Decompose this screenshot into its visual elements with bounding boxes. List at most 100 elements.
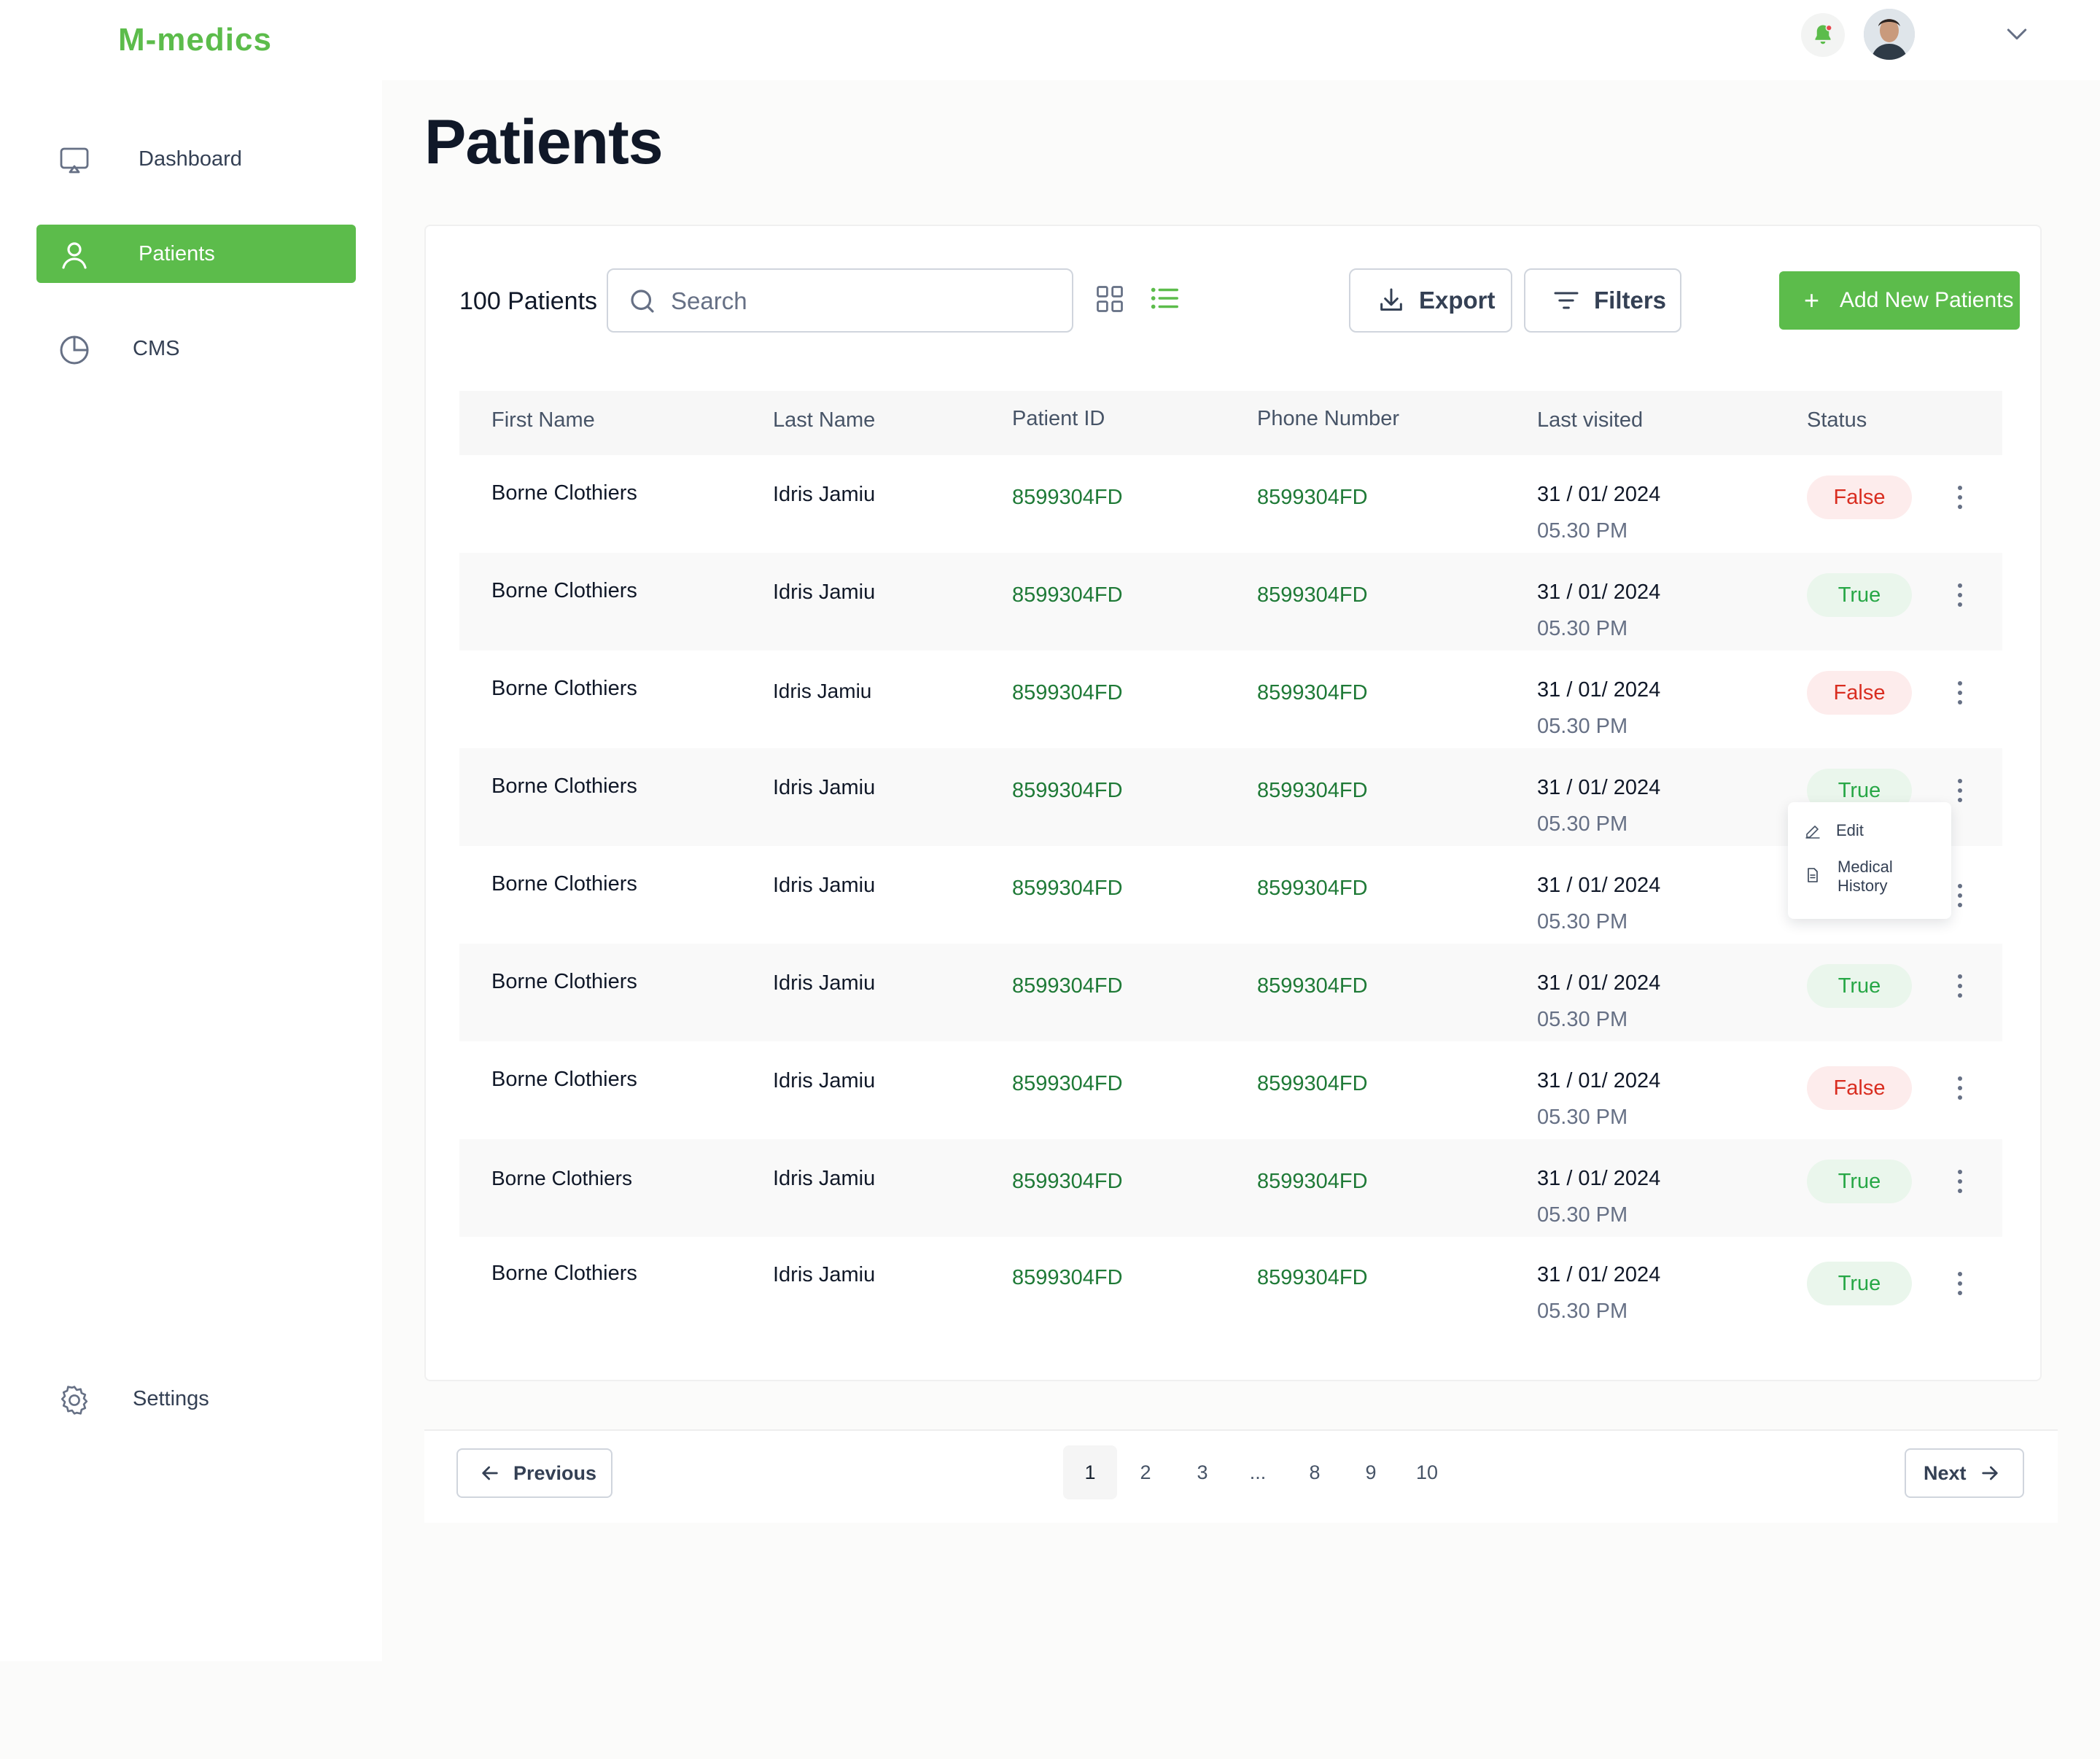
patient-id: 8599304FD xyxy=(1012,1072,1123,1095)
row-actions-menu: Edit Medical History xyxy=(1788,802,1951,919)
user-avatar[interactable] xyxy=(1864,9,1915,60)
status-badge: False xyxy=(1807,671,1912,715)
filter-lines-icon xyxy=(1554,292,1579,309)
last-visited-time: 05.30 PM xyxy=(1537,715,1628,738)
table-row[interactable]: Borne Clothiers Idris Jamiu 8599304FD 85… xyxy=(459,553,2002,651)
patient-id: 8599304FD xyxy=(1012,974,1123,998)
add-new-patient-button[interactable]: + Add New Patients xyxy=(1779,271,2020,330)
menu-item-edit[interactable]: Edit xyxy=(1804,821,1864,840)
last-name: Idris Jamiu xyxy=(773,971,876,995)
row-actions-button[interactable] xyxy=(1947,674,1973,712)
column-header-last-name: Last Name xyxy=(773,408,876,432)
row-actions-button[interactable] xyxy=(1947,772,1973,809)
gear-icon xyxy=(61,1386,88,1415)
row-actions-button[interactable] xyxy=(1947,967,1973,1005)
last-visited-date: 31 / 01/ 2024 xyxy=(1537,483,1661,506)
phone-number: 8599304FD xyxy=(1257,877,1368,900)
more-vertical-icon xyxy=(1958,1170,1962,1193)
table-row[interactable]: Borne Clothiers Idris Jamiu 8599304FD 85… xyxy=(459,846,2002,944)
filters-label: Filters xyxy=(1594,287,1667,314)
status-badge: True xyxy=(1807,1262,1912,1305)
phone-number: 8599304FD xyxy=(1257,583,1368,607)
table-row[interactable]: Borne Clothiers Idris Jamiu 8599304FD 85… xyxy=(459,1139,2002,1237)
page-3[interactable]: 3 xyxy=(1175,1445,1229,1499)
status-badge: True xyxy=(1807,573,1912,617)
patient-id: 8599304FD xyxy=(1012,681,1123,704)
first-name: Borne Clothiers xyxy=(491,481,637,505)
grid-view-icon[interactable] xyxy=(1094,283,1126,315)
column-header-phone-number: Phone Number xyxy=(1257,407,1400,430)
menu-item-label: Medical History xyxy=(1838,858,1893,895)
page-1[interactable]: 1 xyxy=(1063,1445,1117,1499)
bell-icon xyxy=(1815,24,1832,44)
app-logo[interactable]: M-medics xyxy=(118,22,272,58)
monitor-icon xyxy=(60,147,89,174)
row-actions-button[interactable] xyxy=(1947,478,1973,516)
search-input[interactable] xyxy=(669,280,1056,322)
notifications-button[interactable] xyxy=(1801,13,1845,57)
table-row[interactable]: Borne Clothiers Idris Jamiu 8599304FD 85… xyxy=(459,1041,2002,1139)
row-actions-button[interactable] xyxy=(1947,1265,1973,1302)
last-visited-time: 05.30 PM xyxy=(1537,910,1628,933)
column-header-status: Status xyxy=(1807,408,1867,432)
page-2[interactable]: 2 xyxy=(1119,1445,1172,1499)
table-row[interactable]: Borne Clothiers Idris Jamiu 8599304FD 85… xyxy=(459,944,2002,1041)
last-visited-date: 31 / 01/ 2024 xyxy=(1537,971,1661,995)
search-box[interactable] xyxy=(607,268,1073,333)
table-row[interactable]: Borne Clothiers Idris Jamiu 8599304FD 85… xyxy=(459,748,2002,846)
arrow-left-icon xyxy=(482,1466,498,1480)
last-name: Idris Jamiu xyxy=(773,580,876,604)
patient-id: 8599304FD xyxy=(1012,779,1123,802)
patient-id: 8599304FD xyxy=(1012,1170,1123,1193)
last-name: Idris Jamiu xyxy=(773,874,876,897)
previous-button[interactable]: Previous xyxy=(456,1448,612,1498)
download-icon xyxy=(1380,288,1402,311)
column-header-patient-id: Patient ID xyxy=(1012,407,1105,430)
column-header-first-name: First Name xyxy=(491,408,595,432)
row-actions-button[interactable] xyxy=(1947,1069,1973,1107)
column-header-last-visited: Last visited xyxy=(1537,408,1644,432)
table-row[interactable]: Borne Clothiers Idris Jamiu 8599304FD 85… xyxy=(459,455,2002,553)
chevron-down-icon[interactable] xyxy=(2002,19,2031,48)
last-name: Idris Jamiu xyxy=(773,680,872,702)
first-name: Borne Clothiers xyxy=(491,774,637,798)
page-ellipsis: ... xyxy=(1249,1461,1267,1483)
page-10[interactable]: 10 xyxy=(1400,1445,1454,1499)
page-9[interactable]: 9 xyxy=(1344,1445,1398,1499)
last-visited-time: 05.30 PM xyxy=(1537,1300,1628,1323)
last-visited-date: 31 / 01/ 2024 xyxy=(1537,1069,1661,1092)
last-visited-time: 05.30 PM xyxy=(1537,519,1628,543)
phone-number: 8599304FD xyxy=(1257,486,1368,509)
table-row[interactable]: Borne Clothiers Idris Jamiu 8599304FD 85… xyxy=(459,651,2002,748)
last-visited-time: 05.30 PM xyxy=(1537,1106,1628,1129)
last-name: Idris Jamiu xyxy=(773,1263,876,1286)
table-row[interactable]: Borne Clothiers Idris Jamiu 8599304FD 85… xyxy=(459,1237,2002,1335)
row-actions-button[interactable] xyxy=(1947,1162,1973,1200)
last-visited-date: 31 / 01/ 2024 xyxy=(1537,580,1661,604)
sidebar-item-patients[interactable]: Patients xyxy=(36,225,356,283)
sidebar-item-label: Patients xyxy=(139,241,215,265)
last-visited-date: 31 / 01/ 2024 xyxy=(1537,1167,1661,1190)
last-visited-time: 05.30 PM xyxy=(1537,617,1628,640)
last-visited-date: 31 / 01/ 2024 xyxy=(1537,1263,1661,1286)
avatar-image xyxy=(1864,9,1915,60)
last-visited-time: 05.30 PM xyxy=(1537,812,1628,836)
patient-id: 8599304FD xyxy=(1012,1266,1123,1289)
menu-item-medical-history[interactable]: Medical History xyxy=(1804,858,1893,896)
first-name: Borne Clothiers xyxy=(491,677,637,700)
next-button[interactable]: Next xyxy=(1905,1448,2024,1498)
patient-count: 100 Patients xyxy=(459,287,598,315)
sidebar-item-dashboard[interactable]: Dashboard xyxy=(36,130,356,188)
first-name: Borne Clothiers xyxy=(491,579,637,602)
export-button[interactable]: Export xyxy=(1349,268,1512,333)
last-visited-date: 31 / 01/ 2024 xyxy=(1537,776,1661,799)
row-actions-button[interactable] xyxy=(1947,576,1973,614)
first-name: Borne Clothiers xyxy=(491,1068,637,1091)
list-view-icon[interactable] xyxy=(1148,281,1181,315)
first-name: Borne Clothiers xyxy=(491,1262,637,1285)
last-visited-time: 05.30 PM xyxy=(1537,1203,1628,1227)
filters-button[interactable]: Filters xyxy=(1524,268,1681,333)
page-8[interactable]: 8 xyxy=(1288,1445,1342,1499)
sidebar-item-settings[interactable]: Settings xyxy=(36,1370,356,1428)
sidebar-item-cms[interactable]: CMS xyxy=(36,319,356,378)
